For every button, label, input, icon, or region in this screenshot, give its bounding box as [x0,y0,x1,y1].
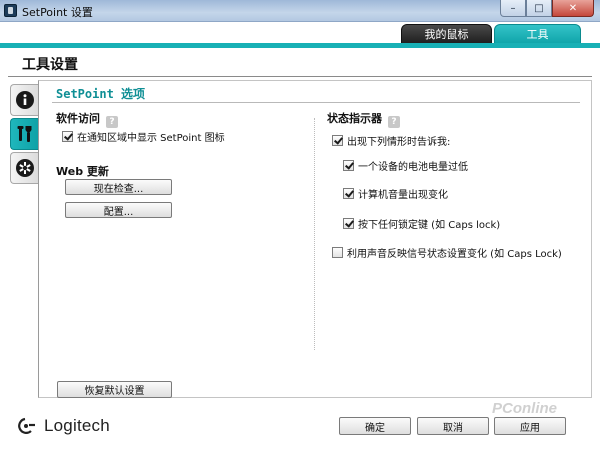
side-tab-settings[interactable] [10,152,38,184]
apply-button[interactable]: 应用 [494,417,566,435]
page-title: 工具设置 [22,57,78,73]
section-title: SetPoint 选项 [56,87,146,101]
info-icon [15,91,34,109]
notify-me-label: 出现下列情形时告诉我: [347,137,451,148]
notify-me-checkbox[interactable] [332,135,343,146]
watermark: PConline [492,400,558,417]
notify-me-option[interactable]: 出现下列情形时告诉我: [332,133,450,148]
close-button[interactable]: ✕ [552,0,594,17]
lock-key-label: 按下任何锁定键 (如 Caps lock) [358,220,501,231]
volume-change-option[interactable]: 计算机音量出现变化 [343,186,448,201]
volume-change-label: 计算机音量出现变化 [358,190,448,201]
window-titlebar[interactable]: SetPoint 设置 – □ ✕ [0,0,600,22]
help-icon[interactable]: ? [388,116,400,128]
low-battery-option[interactable]: 一个设备的电池电量过低 [343,158,468,173]
column-divider [314,118,315,350]
status-indicator-heading: 状态指示器? [327,110,400,128]
lock-key-checkbox[interactable] [343,218,354,229]
tab-my-mouse[interactable]: 我的鼠标 [401,24,492,44]
brand-name: Logitech [44,416,110,435]
volume-change-checkbox[interactable] [343,188,354,199]
low-battery-label: 一个设备的电池电量过低 [358,162,468,173]
software-access-title: 软件访问 [56,112,100,125]
logitech-logo: Logitech [16,416,110,436]
setpoint-app-icon [4,4,17,17]
status-indicator-title: 状态指示器 [327,112,382,125]
settings-gear-icon [15,159,34,177]
show-tray-icon-option[interactable]: 在通知区域中显示 SetPoint 图标 [62,129,225,144]
tab-accent-band [0,43,600,48]
show-tray-icon-checkbox[interactable] [62,131,73,142]
sound-feedback-option[interactable]: 利用声音反映信号状态设置变化 (如 Caps Lock) [332,245,562,260]
help-icon[interactable]: ? [106,116,118,128]
restore-defaults-button[interactable]: 恢复默认设置 [57,381,172,398]
configure-button[interactable]: 配置... [65,202,172,218]
window-controls: – □ ✕ [500,0,594,18]
software-access-heading: 软件访问? [56,110,118,128]
section-divider [52,102,580,103]
sound-feedback-label: 利用声音反映信号状态设置变化 (如 Caps Lock) [347,249,562,260]
low-battery-checkbox[interactable] [343,160,354,171]
minimize-button[interactable]: – [500,0,526,17]
check-now-button[interactable]: 现在检查... [65,179,172,195]
maximize-button[interactable]: □ [526,0,552,17]
window-title: SetPoint 设置 [22,6,93,19]
show-tray-icon-label: 在通知区域中显示 SetPoint 图标 [77,133,225,144]
tools-icon [17,126,31,142]
side-tab-tools[interactable] [10,118,38,150]
options-panel [38,80,592,398]
web-update-title: Web 更新 [56,165,109,178]
sound-feedback-checkbox[interactable] [332,247,343,258]
ok-button[interactable]: 确定 [339,417,411,435]
tab-tools[interactable]: 工具 [494,24,581,44]
logitech-mark-icon [18,417,35,434]
cancel-button[interactable]: 取消 [417,417,489,435]
title-divider [8,76,592,77]
side-tab-info[interactable] [10,84,38,116]
lock-key-option[interactable]: 按下任何锁定键 (如 Caps lock) [343,216,500,231]
